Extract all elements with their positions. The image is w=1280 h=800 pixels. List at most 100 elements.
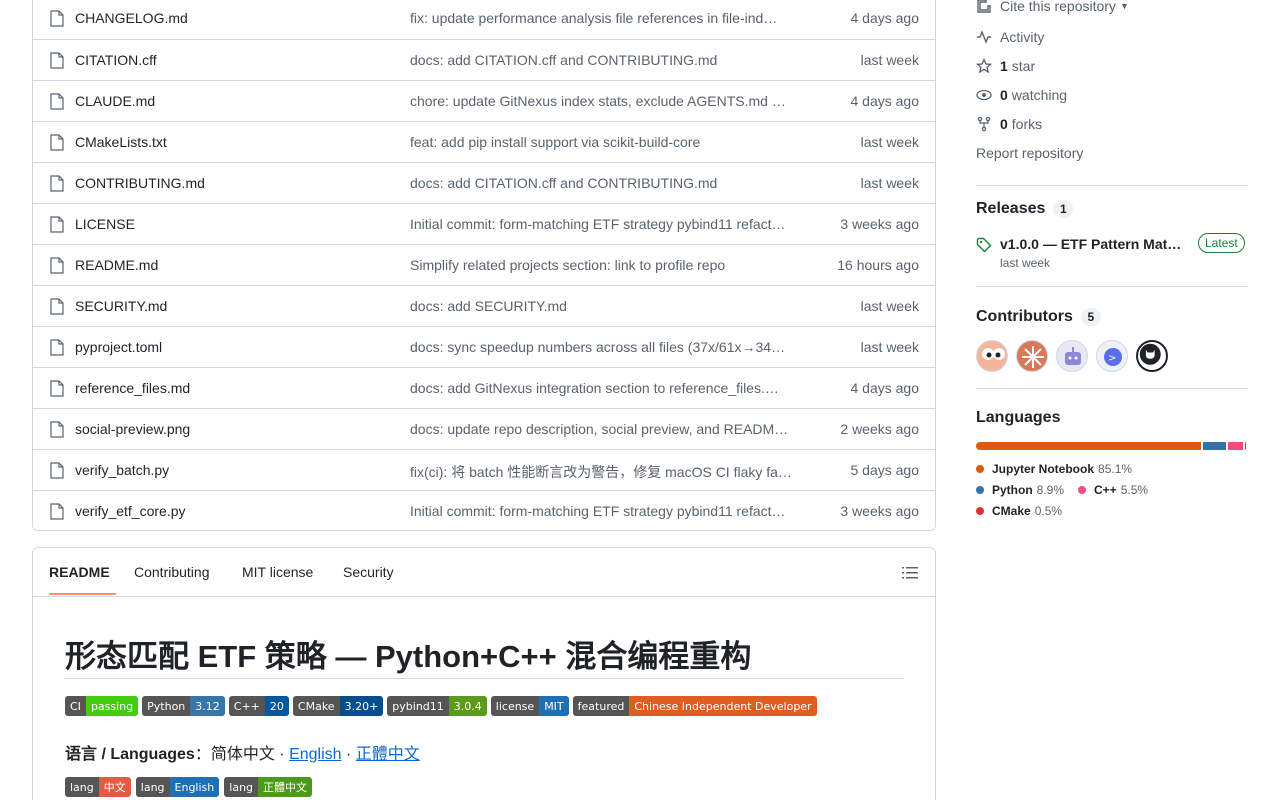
- shield-badge[interactable]: lang 中文: [65, 777, 131, 797]
- file-icon: [50, 52, 64, 69]
- sidebar-divider: [976, 286, 1248, 287]
- shield-badge[interactable]: lang English: [135, 777, 220, 797]
- avatar[interactable]: [1056, 340, 1088, 372]
- tab-readme[interactable]: README: [49, 564, 110, 580]
- lang-dot: ·: [341, 746, 356, 763]
- avatar[interactable]: [976, 340, 1008, 372]
- lang-dot: ·: [274, 746, 290, 763]
- shield-badge[interactable]: CMake 3.20+: [292, 696, 384, 716]
- commit-message[interactable]: docs: sync speedup numbers across all fi…: [410, 339, 802, 355]
- eye-icon: [976, 89, 992, 101]
- file-name[interactable]: SECURITY.md: [75, 298, 167, 314]
- file-row[interactable]: CONTRIBUTING.md docs: add CITATION.cff an…: [33, 162, 935, 203]
- watching-link[interactable]: 0 watching: [976, 87, 1067, 103]
- commit-message[interactable]: docs: add CITATION.cff and CONTRIBUTING.…: [410, 52, 802, 68]
- commit-date: 5 days ago: [850, 462, 920, 478]
- badge-value: passing: [85, 696, 139, 716]
- file-row[interactable]: CMakeLists.txt feat: add pip install supp…: [33, 121, 935, 162]
- commit-date: last week: [860, 175, 919, 191]
- release-name[interactable]: v1.0.0 — ETF Pattern Matching: [1000, 236, 1188, 252]
- avatar[interactable]: [1136, 340, 1168, 372]
- file-name[interactable]: LICENSE: [75, 216, 135, 232]
- commit-message[interactable]: Initial commit: form-matching ETF strate…: [410, 503, 802, 519]
- file-row[interactable]: SECURITY.md docs: add SECURITY.md last wee…: [33, 285, 935, 326]
- badge-label: CMake: [292, 696, 340, 716]
- commit-message[interactable]: docs: add SECURITY.md: [410, 298, 802, 314]
- commit-message[interactable]: fix: update performance analysis file re…: [410, 10, 802, 26]
- languages-sep: ：: [194, 746, 211, 763]
- shield-badge[interactable]: lang 正體中文: [224, 777, 313, 797]
- report-repository-link[interactable]: Report repository: [976, 145, 1083, 161]
- commit-message[interactable]: docs: update repo description, social pr…: [410, 421, 802, 437]
- releases-heading[interactable]: Releases 1: [976, 200, 1074, 218]
- language-item[interactable]: CMake 0.5%: [976, 504, 1062, 518]
- badge-value: Chinese Independent Developer: [629, 696, 817, 716]
- file-icon: [50, 10, 64, 27]
- citation-icon: [977, 0, 991, 13]
- file-row[interactable]: verify_etf_core.py Initial commit: form-m…: [33, 490, 935, 530]
- file-row[interactable]: README.md Simplify related projects secti…: [33, 244, 935, 285]
- file-row[interactable]: CHANGELOG.md fix: update performance anal…: [33, 0, 935, 39]
- commit-message[interactable]: docs: add GitNexus integration section t…: [410, 380, 802, 396]
- file-row[interactable]: social-preview.png docs: update repo desc…: [33, 408, 935, 449]
- file-name[interactable]: CONTRIBUTING.md: [75, 175, 205, 191]
- tab-mit-license[interactable]: MIT license: [242, 564, 313, 580]
- contributors-heading[interactable]: Contributors 5: [976, 308, 1101, 326]
- file-name[interactable]: CITATION.cff: [75, 52, 157, 68]
- language-item[interactable]: C++ 5.5%: [1078, 483, 1148, 497]
- language-item[interactable]: Python 8.9%: [976, 483, 1064, 497]
- file-name[interactable]: CMakeLists.txt: [75, 134, 167, 150]
- file-name[interactable]: pyproject.toml: [75, 339, 162, 355]
- stars-link[interactable]: 1 star: [976, 58, 1035, 74]
- file-row[interactable]: CLAUDE.md chore: update GitNexus index st…: [33, 80, 935, 121]
- shield-badge[interactable]: CI passing: [65, 696, 139, 716]
- lang-link-traditional[interactable]: 正體中文: [356, 746, 420, 763]
- forks-link[interactable]: 0 forks: [976, 116, 1042, 132]
- commit-message[interactable]: docs: add CITATION.cff and CONTRIBUTING.…: [410, 175, 802, 191]
- file-name[interactable]: CHANGELOG.md: [75, 10, 188, 26]
- badge-label: CI: [65, 696, 86, 716]
- shield-badge[interactable]: featured Chinese Independent Developer: [572, 696, 817, 716]
- commit-message[interactable]: feat: add pip install support via scikit…: [410, 134, 802, 150]
- commit-message[interactable]: Initial commit: form-matching ETF strate…: [410, 216, 802, 232]
- watching-label: watching: [1011, 87, 1068, 103]
- shield-badge[interactable]: Python 3.12: [142, 696, 225, 716]
- lang-current: 简体中文: [210, 746, 275, 763]
- file-name[interactable]: reference_files.md: [75, 380, 190, 396]
- shield-badge[interactable]: pybind11 3.0.4: [387, 696, 487, 716]
- file-name[interactable]: CLAUDE.md: [75, 93, 155, 109]
- badge-row: CI passing Python 3.12 C++ 20 CMake 3.20+ pybind…: [65, 696, 817, 716]
- avatar[interactable]: [1016, 340, 1048, 372]
- file-name[interactable]: verify_batch.py: [75, 462, 169, 478]
- commit-message[interactable]: chore: update GitNexus index stats, excl…: [410, 93, 802, 109]
- file-name[interactable]: README.md: [75, 257, 158, 273]
- badge-value: English: [169, 777, 220, 797]
- language-item[interactable]: Jupyter Notebook 85.1%: [976, 462, 1132, 476]
- active-tab-indicator: [49, 593, 116, 595]
- fork-icon: [977, 116, 991, 132]
- shield-badge[interactable]: license MIT: [490, 696, 569, 716]
- tab-security[interactable]: Security: [343, 564, 394, 580]
- commit-date: 4 days ago: [850, 10, 920, 26]
- activity-link[interactable]: Activity: [976, 29, 1044, 45]
- tab-contributing[interactable]: Contributing: [134, 564, 210, 580]
- stars-count: 1: [1000, 58, 1008, 74]
- file-name[interactable]: verify_etf_core.py: [75, 503, 186, 519]
- file-row[interactable]: CITATION.cff docs: add CITATION.cff and C…: [33, 39, 935, 80]
- file-icon: [50, 380, 64, 397]
- commit-date: last week: [860, 298, 919, 314]
- lang-link-english[interactable]: English: [289, 746, 341, 763]
- commit-message[interactable]: fix(ci): 将 batch 性能断言改为警告，修复 macOS CI fl…: [410, 462, 802, 482]
- commit-message[interactable]: Simplify related projects section: link …: [410, 257, 802, 273]
- badge-label: Python: [142, 696, 191, 716]
- outline-icon[interactable]: [902, 566, 918, 580]
- file-row[interactable]: pyproject.toml docs: sync speedup numbers…: [33, 326, 935, 367]
- shield-badge[interactable]: C++ 20: [228, 696, 289, 716]
- file-row[interactable]: reference_files.md docs: add GitNexus int…: [33, 367, 935, 408]
- cite-repository[interactable]: Cite this repository ▼: [976, 0, 1129, 14]
- release-date: last week: [1000, 256, 1051, 270]
- file-row[interactable]: LICENSE Initial commit: form-matching ETF…: [33, 203, 935, 244]
- file-name[interactable]: social-preview.png: [75, 421, 190, 437]
- avatar[interactable]: >: [1096, 340, 1128, 372]
- file-row[interactable]: verify_batch.py fix(ci): 将 batch 性能断言改为警告…: [33, 449, 935, 490]
